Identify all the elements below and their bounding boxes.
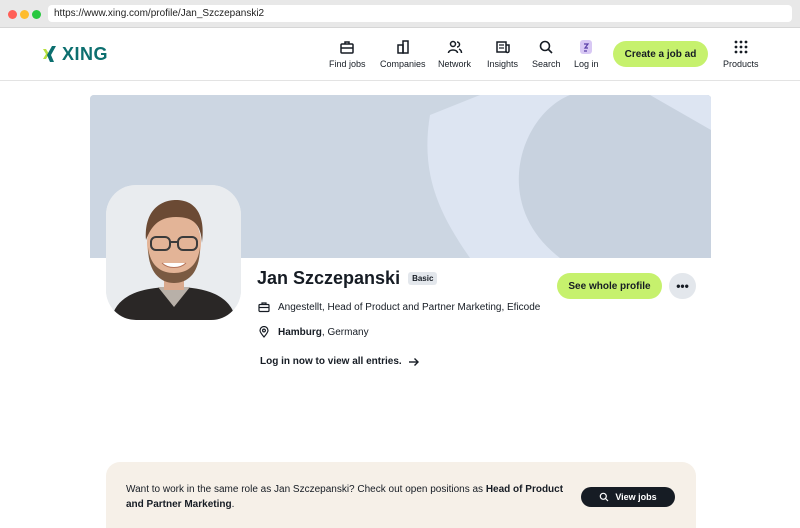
nav-insights-label: Insights bbox=[487, 59, 519, 69]
profile-photo bbox=[106, 185, 241, 320]
nav-login[interactable]: Log in bbox=[574, 39, 599, 69]
see-whole-profile-button[interactable]: See whole profile bbox=[557, 273, 662, 299]
profile-name: Jan Szczepanski bbox=[257, 268, 401, 288]
nav-products-label: Products bbox=[723, 59, 759, 69]
close-window-dot[interactable] bbox=[8, 10, 17, 19]
profile-job-row: Angestellt, Head of Product and Partner … bbox=[258, 301, 540, 313]
promo-text: Want to work in the same role as Jan Szc… bbox=[126, 482, 566, 512]
search-icon bbox=[539, 40, 553, 54]
nav-network-label: Network bbox=[438, 59, 472, 69]
view-jobs-button[interactable]: View jobs bbox=[581, 487, 675, 507]
newspaper-icon bbox=[495, 41, 510, 54]
nav-find-jobs[interactable]: Find jobs bbox=[329, 39, 366, 69]
login-to-view-label: Log in now to view all entries. bbox=[260, 356, 402, 367]
grid-icon bbox=[734, 40, 748, 54]
people-icon bbox=[447, 40, 462, 54]
membership-badge: Basic bbox=[408, 272, 438, 285]
browser-chrome: https://www.xing.com/profile/Jan_Szczepa… bbox=[0, 0, 800, 28]
xing-logo[interactable]: XING bbox=[42, 44, 108, 64]
briefcase-icon bbox=[258, 302, 270, 313]
login-to-view-link[interactable]: Log in now to view all entries. bbox=[260, 356, 420, 367]
maximize-window-dot[interactable] bbox=[32, 10, 41, 19]
promo-text-end: . bbox=[231, 499, 235, 510]
profile-city: Hamburg bbox=[278, 326, 322, 338]
promo-text-start: Want to work in the same role as Jan Szc… bbox=[126, 484, 486, 495]
create-job-ad-button[interactable]: Create a job ad bbox=[613, 41, 708, 67]
profile-job: Angestellt, Head of Product and Partner … bbox=[278, 301, 541, 313]
nav-find-jobs-label: Find jobs bbox=[329, 59, 366, 69]
location-pin-icon bbox=[259, 326, 269, 338]
profile-country: , Germany bbox=[321, 326, 369, 338]
site-header: XING Find jobs Companies Network Insight… bbox=[0, 28, 800, 81]
arrow-right-icon bbox=[408, 357, 419, 366]
nav-search-label: Search bbox=[532, 59, 561, 69]
search-icon bbox=[600, 492, 609, 502]
more-options-button[interactable]: ••• bbox=[669, 273, 696, 299]
building-icon bbox=[397, 40, 409, 54]
profile-name-row: Jan Szczepanski Basic bbox=[257, 268, 438, 289]
xing-logo-icon bbox=[43, 46, 56, 62]
address-bar[interactable]: https://www.xing.com/profile/Jan_Szczepa… bbox=[48, 5, 792, 22]
briefcase-icon bbox=[340, 41, 355, 54]
profile-avatar bbox=[106, 185, 241, 320]
nav-login-label: Log in bbox=[574, 59, 599, 69]
nav-companies-label: Companies bbox=[380, 59, 426, 69]
view-jobs-label: View jobs bbox=[615, 492, 657, 502]
profile-location-row: Hamburg, Germany bbox=[258, 326, 369, 338]
login-icon bbox=[580, 40, 593, 54]
minimize-window-dot[interactable] bbox=[20, 10, 29, 19]
nav-insights[interactable]: Insights bbox=[487, 39, 518, 69]
nav-network[interactable]: Network bbox=[438, 39, 471, 69]
job-promo-banner: Want to work in the same role as Jan Szc… bbox=[106, 462, 696, 528]
nav-products[interactable]: Products bbox=[723, 39, 759, 69]
nav-companies[interactable]: Companies bbox=[380, 39, 426, 69]
nav-search[interactable]: Search bbox=[532, 39, 561, 69]
logo-text: XING bbox=[62, 43, 109, 64]
